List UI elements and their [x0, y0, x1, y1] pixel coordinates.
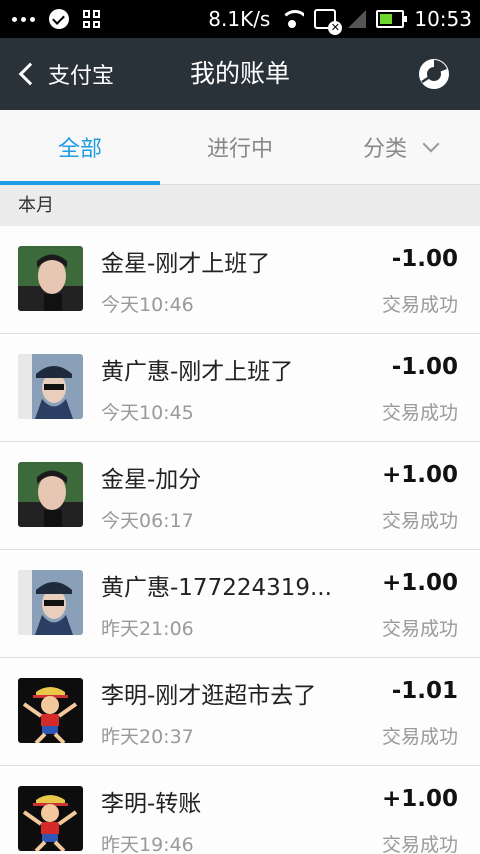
more-dots-icon: [12, 16, 35, 22]
bill-title: 黄广惠-177224319...: [101, 575, 332, 601]
chevron-left-icon: [18, 62, 42, 86]
section-header: 本月: [0, 185, 480, 226]
avatar: [18, 462, 83, 527]
bill-row[interactable]: 李明-转账昨天19:46 +1.00 交易成功: [0, 766, 480, 854]
bill-status: 交易成功: [381, 294, 458, 316]
bill-amount: -1.00: [391, 246, 458, 272]
signal-icon: [346, 10, 367, 28]
bill-amount: -1.00: [391, 354, 458, 380]
avatar: [18, 246, 83, 311]
bill-time: 今天10:45: [101, 402, 194, 424]
wifi-icon: [280, 10, 305, 28]
network-speed: 8.1K/s: [208, 7, 271, 31]
bill-title: 金星-刚才上班了: [101, 251, 271, 277]
bill-amount: +1.00: [381, 462, 458, 488]
avatar: [18, 786, 83, 851]
app-header: 支付宝 我的账单: [0, 38, 480, 110]
tab-label: 全部: [57, 137, 102, 162]
tab-all[interactable]: 全部: [0, 110, 160, 185]
battery-icon: [376, 10, 408, 28]
status-bar: 8.1K/s 10:53: [0, 0, 480, 38]
back-button[interactable]: 支付宝: [16, 38, 114, 110]
avatar: [18, 570, 83, 635]
back-label: 支付宝: [48, 64, 115, 89]
bill-row[interactable]: 黄广惠-177224319... 昨天21:06 +1.00 交易成功: [0, 550, 480, 658]
bill-time: 昨天19:46: [101, 834, 194, 854]
bill-row[interactable]: 金星-加分今天06:17 +1.00 交易成功: [0, 442, 480, 550]
avatar: [18, 678, 83, 743]
bill-row[interactable]: 黄广惠-刚才上班了今天10:45 -1.00 交易成功: [0, 334, 480, 442]
bill-title: 李明-刚才逛超市去了: [101, 683, 317, 709]
bill-status: 交易成功: [381, 402, 458, 424]
bill-amount: +1.00: [381, 786, 458, 812]
bill-amount: +1.00: [381, 570, 458, 596]
clock: 10:53: [414, 7, 472, 31]
avatar: [18, 354, 83, 419]
bill-row[interactable]: 金星-刚才上班了今天10:46 -1.00 交易成功: [0, 226, 480, 334]
bill-time: 昨天21:06: [101, 618, 194, 640]
tab-category[interactable]: 分类: [320, 110, 480, 184]
tab-label: 进行中: [206, 137, 273, 162]
bill-status: 交易成功: [381, 510, 458, 532]
bill-title: 金星-加分: [101, 467, 202, 493]
bill-status: 交易成功: [381, 618, 458, 640]
sim-card-icon: [314, 9, 343, 35]
bill-status: 交易成功: [381, 726, 458, 748]
apps-grid-icon: [83, 10, 101, 28]
pie-chart-icon[interactable]: [418, 58, 450, 90]
tab-bar: 全部 进行中 分类: [0, 110, 480, 185]
bill-row[interactable]: 李明-刚才逛超市去了昨天20:37 -1.01 交易成功: [0, 658, 480, 766]
bill-time: 今天10:46: [101, 294, 194, 316]
bill-title: 黄广惠-刚才上班了: [101, 359, 294, 385]
bill-amount: -1.01: [391, 678, 458, 704]
bill-title: 李明-转账: [101, 791, 202, 817]
tab-in-progress[interactable]: 进行中: [160, 110, 320, 184]
tab-label: 分类: [362, 137, 407, 162]
bill-status: 交易成功: [381, 834, 458, 854]
bill-time: 昨天20:37: [101, 726, 194, 748]
check-circle-icon: [49, 9, 69, 29]
chevron-down-icon: [422, 135, 440, 153]
bill-list: 金星-刚才上班了 今天10:46 -1.00 交易成功 黄广惠-刚才上班了 今天10:45…: [0, 226, 480, 854]
bill-time: 今天06:17: [101, 510, 194, 532]
